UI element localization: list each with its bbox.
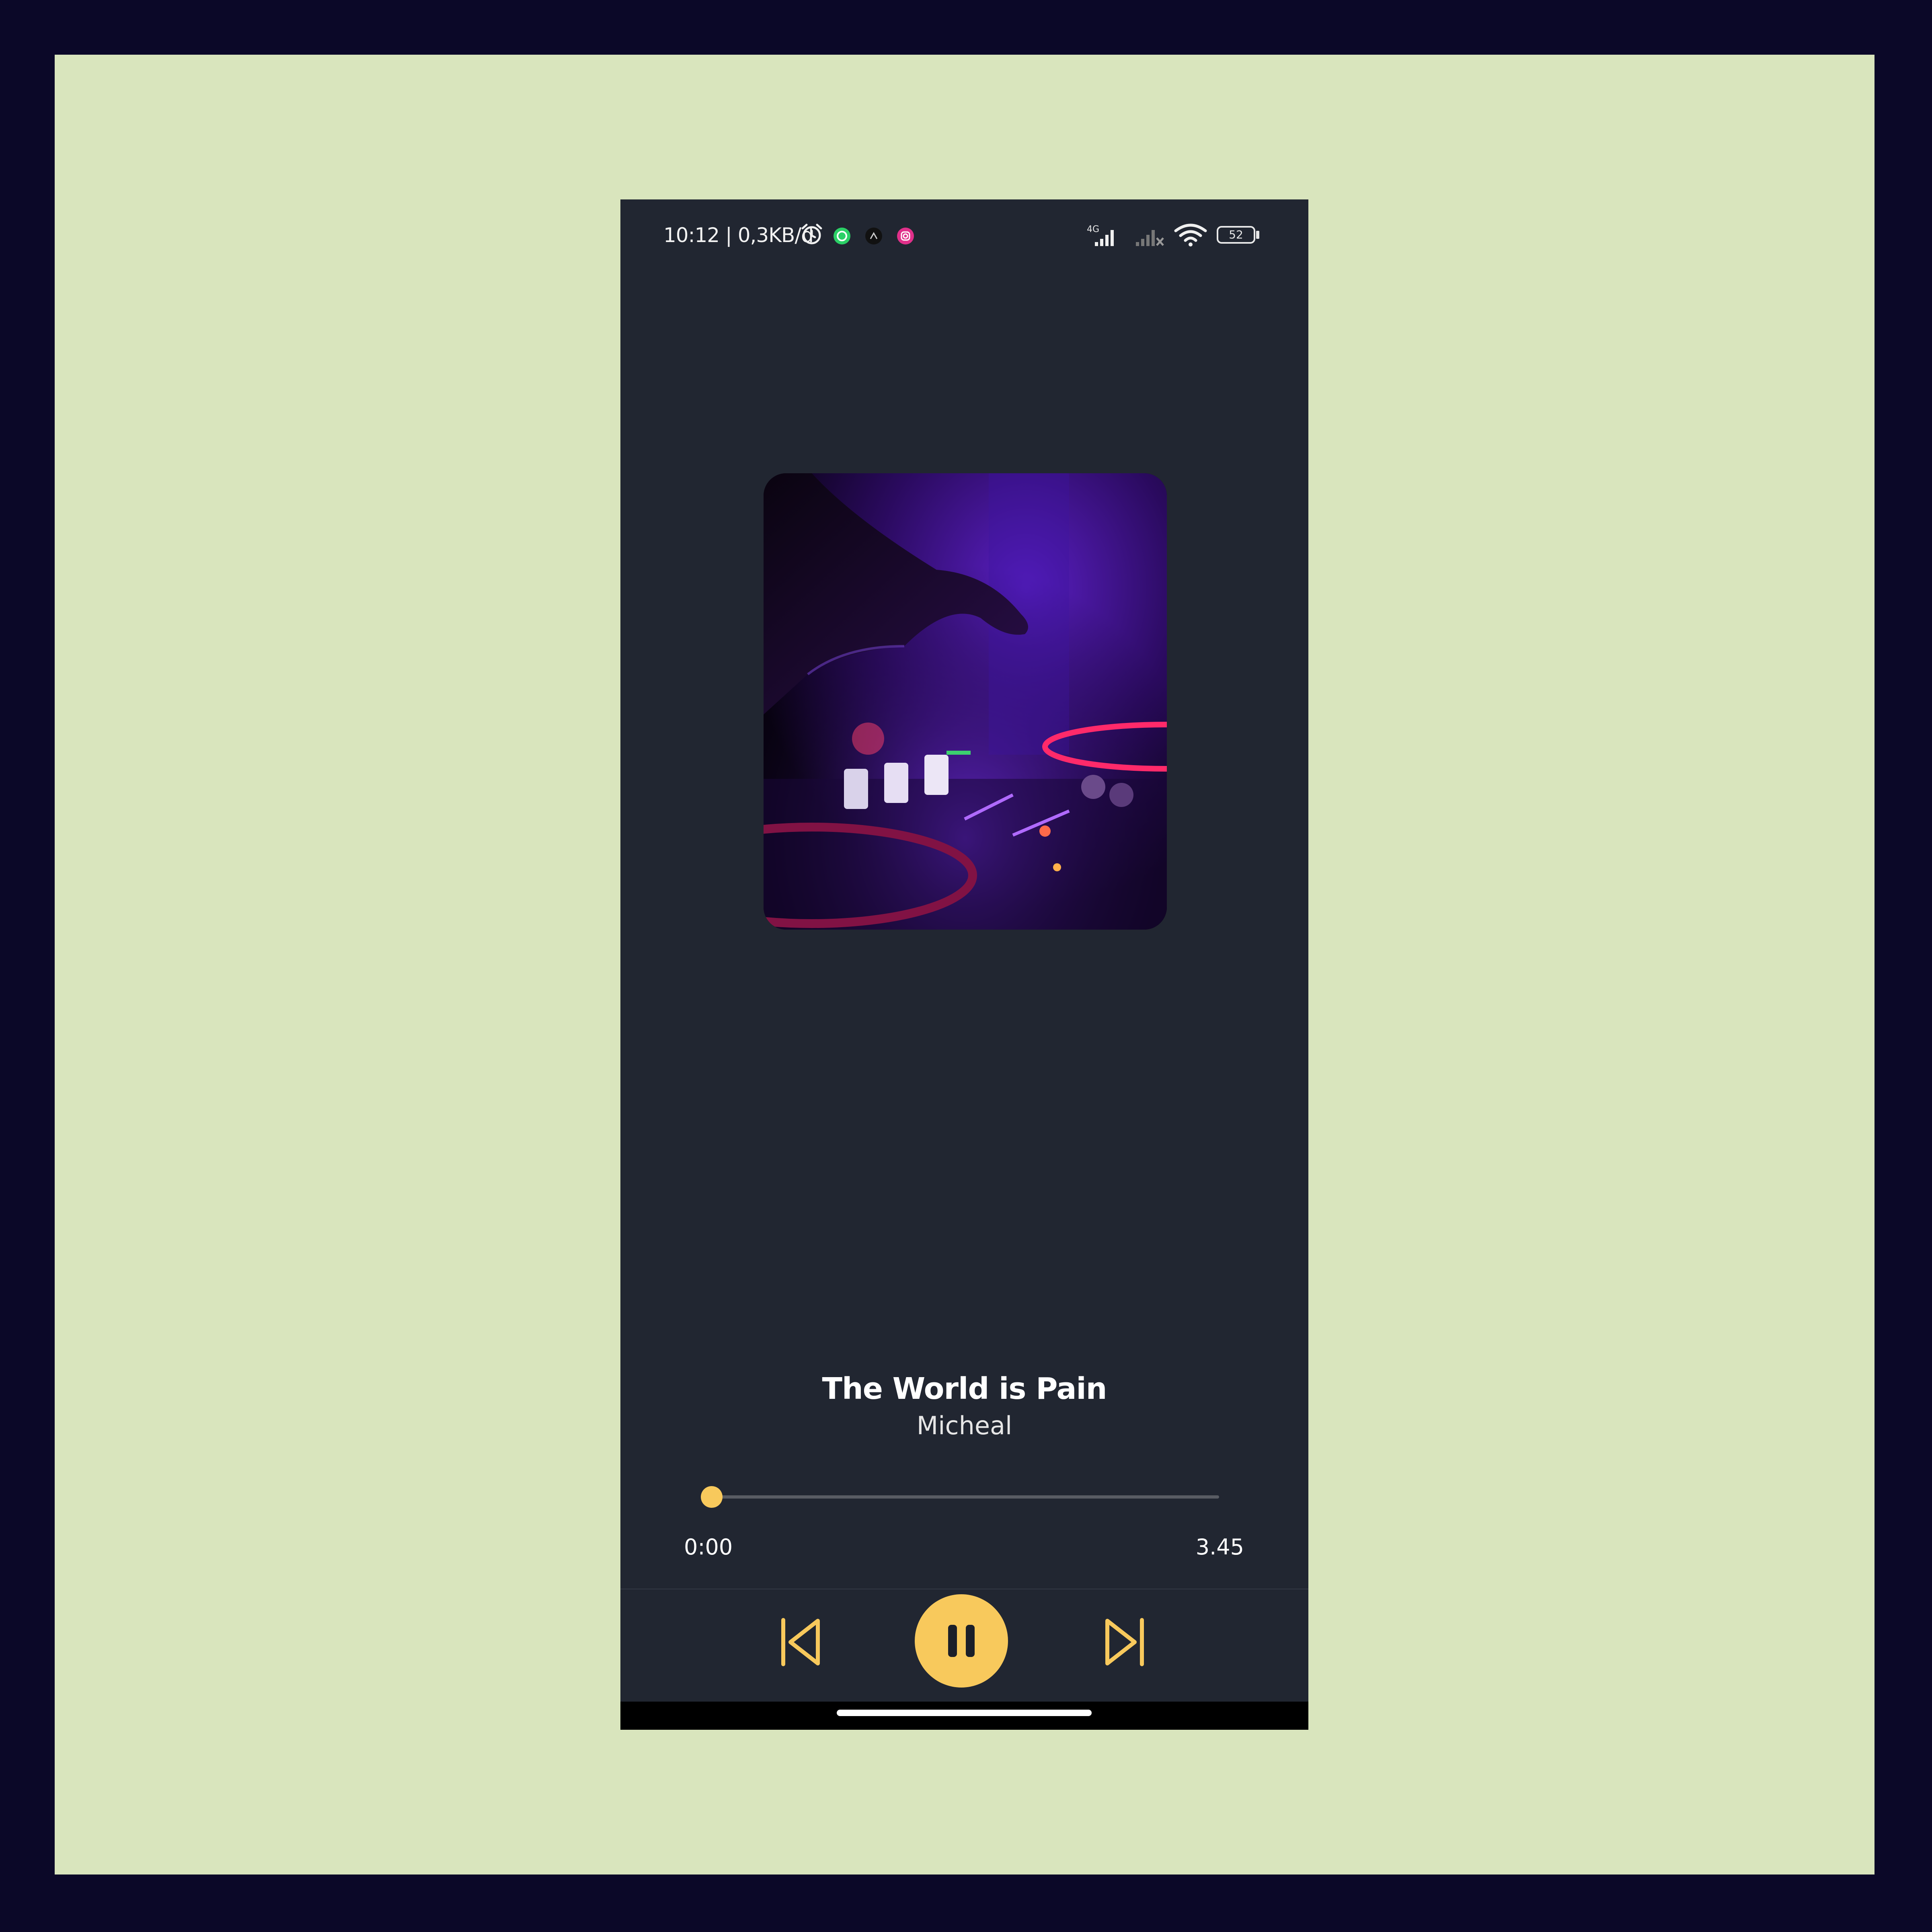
progress-bar[interactable]: [712, 1495, 1219, 1499]
progress-thumb[interactable]: [701, 1486, 723, 1508]
action-bar: [620, 1591, 1308, 1700]
status-time-speed: 10:12 | 0,3KB/d: [663, 224, 814, 247]
wifi-icon: [1173, 223, 1208, 248]
album-art-image: [764, 473, 1167, 930]
track-artist: Micheal: [916, 1411, 1012, 1440]
app-icon: [865, 228, 882, 244]
system-nav-bar: [620, 1702, 1308, 1730]
current-time: 0:00: [684, 1534, 733, 1560]
total-time: 3.45: [1195, 1534, 1244, 1560]
home-indicator[interactable]: [837, 1710, 1092, 1716]
alarm-icon: [800, 223, 823, 248]
track-title: The World is Pain: [822, 1371, 1107, 1406]
whatsapp-icon: [834, 228, 850, 244]
battery-icon: 52: [1217, 226, 1255, 244]
status-bar: 10:12 | 0,3KB/d 4G 52: [620, 199, 1308, 276]
phone-screen: 10:12 | 0,3KB/d 4G 52 The World is Pain …: [620, 199, 1308, 1730]
instagram-icon: [897, 228, 914, 244]
signal-icon: [1090, 227, 1118, 248]
battery-tip: [1256, 231, 1259, 239]
signal-off-icon: [1134, 227, 1166, 248]
